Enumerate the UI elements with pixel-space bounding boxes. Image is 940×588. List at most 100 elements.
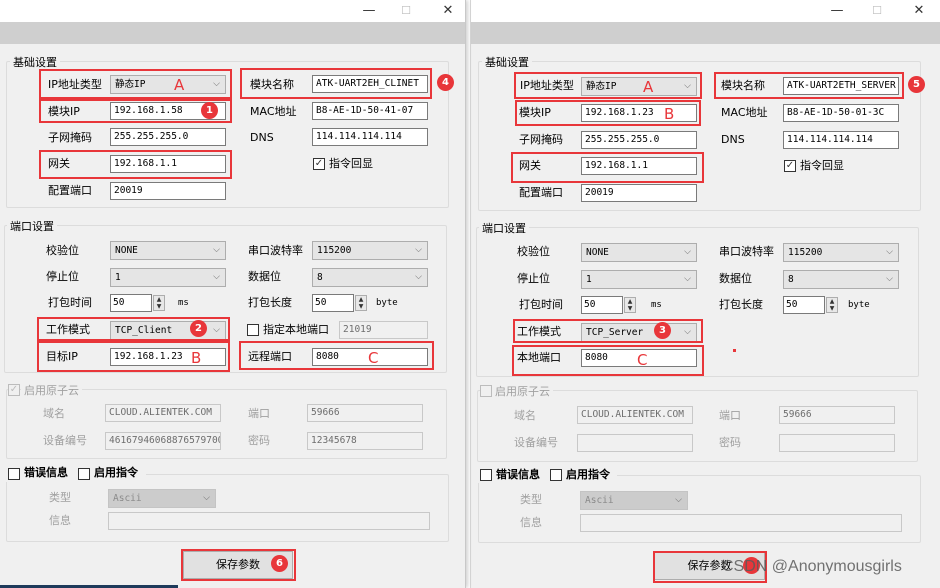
gateway-input[interactable]: 192.168.1.1 bbox=[110, 155, 226, 173]
spin-arrows-icon[interactable]: ▲ ▼ bbox=[355, 295, 367, 311]
stop-bits-select[interactable]: 1 ⌵ bbox=[110, 268, 226, 287]
type-select[interactable]: Ascii ⌵ bbox=[108, 489, 216, 508]
error-info-checkbox[interactable] bbox=[480, 469, 492, 481]
echo-checkbox[interactable]: ✓ bbox=[784, 160, 796, 172]
cloud-legend: 启用原子云 bbox=[21, 382, 82, 398]
cloud-legend: 启用原子云 bbox=[492, 383, 553, 399]
gateway-input[interactable]: 192.168.1.1 bbox=[581, 157, 697, 175]
dns-input[interactable]: 114.114.114.114 bbox=[783, 131, 899, 149]
minimize-button[interactable]: — bbox=[355, 2, 383, 20]
chevron-down-icon: ⌵ bbox=[203, 493, 210, 503]
pack-length-value[interactable]: 50 bbox=[783, 296, 825, 314]
cloud-port-input[interactable]: 59666 bbox=[307, 404, 423, 422]
enable-command-checkbox[interactable] bbox=[78, 468, 90, 480]
mac-input[interactable]: B8-AE-1D-50-41-07 bbox=[312, 102, 428, 120]
chevron-down-icon: ⌵ bbox=[684, 327, 691, 337]
info-input[interactable] bbox=[108, 512, 430, 530]
module-ip-input[interactable]: 192.168.1.23 bbox=[581, 104, 697, 122]
spin-arrows-icon[interactable]: ▲ ▼ bbox=[826, 297, 838, 313]
data-bits-select[interactable]: 8 ⌵ bbox=[783, 270, 899, 289]
cloud-port-label: 端口 bbox=[248, 407, 270, 420]
stop-bits-value: 1 bbox=[115, 272, 121, 283]
mac-label: MAC地址 bbox=[721, 106, 768, 119]
device-id-input[interactable]: 46167946068876579700 bbox=[105, 432, 221, 450]
data-bits-select[interactable]: 8 ⌵ bbox=[312, 268, 428, 287]
spin-arrows-icon[interactable]: ▲ ▼ bbox=[624, 297, 636, 313]
parity-select[interactable]: NONE ⌵ bbox=[581, 243, 697, 262]
cloud-checkbox[interactable]: ✓ bbox=[8, 384, 20, 396]
baud-value: 115200 bbox=[317, 245, 352, 256]
type-select[interactable]: Ascii ⌵ bbox=[580, 491, 688, 510]
pack-time-value[interactable]: 50 bbox=[110, 294, 152, 312]
cloud-checkbox[interactable] bbox=[480, 385, 492, 397]
baud-label: 串口波特率 bbox=[248, 244, 303, 257]
annotation-badge-2: 2 bbox=[190, 320, 207, 337]
baud-label: 串口波特率 bbox=[719, 245, 774, 258]
ip-type-select[interactable]: 静态IP ⌵ bbox=[581, 77, 697, 96]
mac-input[interactable]: B8-AE-1D-50-01-3C bbox=[783, 104, 899, 122]
config-port-input[interactable]: 20019 bbox=[581, 184, 697, 202]
maximize-button[interactable]: ☐ bbox=[863, 2, 891, 20]
maximize-button[interactable]: ☐ bbox=[392, 2, 420, 20]
parity-label: 校验位 bbox=[46, 244, 79, 257]
title-bar: — ☐ ✕ bbox=[471, 0, 940, 22]
pack-length-value[interactable]: 50 bbox=[312, 294, 354, 312]
password-input[interactable] bbox=[779, 434, 895, 452]
baud-select[interactable]: 115200 ⌵ bbox=[312, 241, 428, 260]
chevron-down-icon: ⌵ bbox=[684, 274, 691, 284]
annotation-badge-1: 1 bbox=[201, 102, 218, 119]
error-info-checkbox[interactable] bbox=[8, 468, 20, 480]
baud-select[interactable]: 115200 ⌵ bbox=[783, 243, 899, 262]
parity-value: NONE bbox=[115, 245, 138, 256]
stop-bits-value: 1 bbox=[586, 274, 592, 285]
dns-input[interactable]: 114.114.114.114 bbox=[312, 128, 428, 146]
enable-command-checkbox[interactable] bbox=[550, 469, 562, 481]
baud-value: 115200 bbox=[788, 247, 823, 258]
annotation-mark-a: A bbox=[174, 76, 185, 94]
ip-type-select[interactable]: 静态IP ⌵ bbox=[110, 75, 226, 94]
target-ip-input[interactable]: 192.168.1.23 bbox=[110, 348, 226, 366]
data-bits-label: 数据位 bbox=[248, 270, 281, 283]
config-port-input[interactable]: 20019 bbox=[110, 182, 226, 200]
parity-select[interactable]: NONE ⌵ bbox=[110, 241, 226, 260]
local-port-input[interactable]: 21019 bbox=[339, 321, 428, 339]
domain-input[interactable]: CLOUD.ALIENTEK.COM bbox=[577, 406, 693, 424]
parity-value: NONE bbox=[586, 247, 609, 258]
module-name-input[interactable]: ATK-UART2ETH_SERVER bbox=[783, 77, 899, 95]
subnet-input[interactable]: 255.255.255.0 bbox=[581, 131, 697, 149]
toolbar-strip bbox=[471, 22, 940, 44]
module-name-label: 模块名称 bbox=[250, 78, 294, 91]
password-input[interactable]: 12345678 bbox=[307, 432, 423, 450]
info-input[interactable] bbox=[580, 514, 902, 532]
chevron-down-icon: ⌵ bbox=[213, 325, 220, 335]
subnet-input[interactable]: 255.255.255.0 bbox=[110, 128, 226, 146]
close-button[interactable]: ✕ bbox=[434, 2, 462, 20]
annotation-mark-c: C bbox=[368, 349, 379, 367]
stop-bits-select[interactable]: 1 ⌵ bbox=[581, 270, 697, 289]
annotation-badge-6: 6 bbox=[271, 555, 288, 572]
work-mode-select[interactable]: TCP_Client ⌵ bbox=[110, 321, 226, 340]
close-button[interactable]: ✕ bbox=[905, 2, 933, 20]
minimize-button[interactable]: — bbox=[823, 2, 851, 20]
module-name-input[interactable]: ATK-UART2EH_CLINET bbox=[312, 75, 428, 93]
module-ip-label: 模块IP bbox=[48, 105, 80, 118]
pack-time-value[interactable]: 50 bbox=[581, 296, 623, 314]
type-value: Ascii bbox=[113, 493, 142, 504]
type-label: 类型 bbox=[520, 493, 542, 506]
chevron-down-icon: ⌵ bbox=[675, 495, 682, 505]
cloud-port-input[interactable]: 59666 bbox=[779, 406, 895, 424]
basic-settings-legend: 基础设置 bbox=[10, 54, 60, 70]
mac-label: MAC地址 bbox=[250, 105, 297, 118]
domain-label: 域名 bbox=[43, 407, 65, 420]
device-id-input[interactable] bbox=[577, 434, 693, 452]
parity-label: 校验位 bbox=[517, 245, 550, 258]
module-name-label: 模块名称 bbox=[721, 79, 765, 92]
echo-checkbox[interactable]: ✓ bbox=[313, 158, 325, 170]
chevron-down-icon: ⌵ bbox=[213, 79, 220, 89]
local-port-checkbox[interactable] bbox=[247, 324, 259, 336]
device-id-label: 设备编号 bbox=[514, 436, 558, 449]
spin-arrows-icon[interactable]: ▲ ▼ bbox=[153, 295, 165, 311]
work-mode-select[interactable]: TCP_Server ⌵ bbox=[581, 323, 697, 342]
domain-input[interactable]: CLOUD.ALIENTEK.COM bbox=[105, 404, 221, 422]
title-bar: — ☐ ✕ bbox=[0, 0, 465, 22]
